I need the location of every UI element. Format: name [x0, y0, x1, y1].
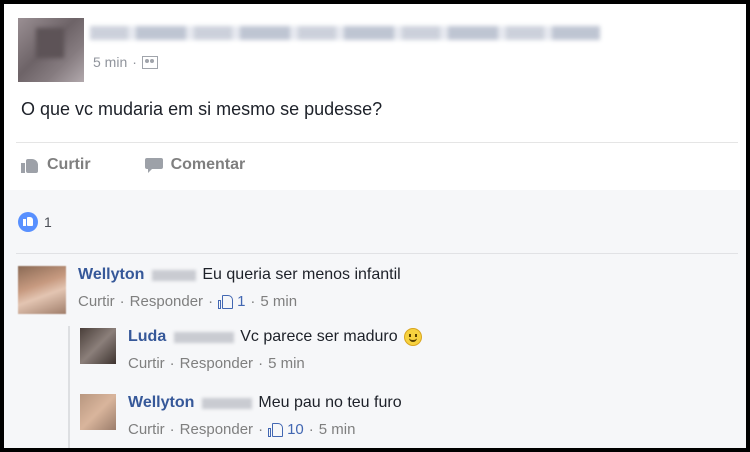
commenter-avatar[interactable] — [80, 394, 116, 430]
surname-redacted — [174, 331, 235, 343]
comment-body: Wellyton Meu pau no teu furo Curtir · Re… — [128, 394, 402, 438]
reaction-count: 1 — [44, 214, 52, 230]
comment-like-count[interactable]: 10 — [287, 421, 304, 438]
comment-actions: Curtir · Responder · 1 · 5 min — [78, 293, 298, 310]
commenter-avatar[interactable] — [18, 266, 66, 314]
thumbs-up-icon[interactable] — [268, 422, 284, 437]
comment-reply-link[interactable]: Responder — [180, 421, 253, 438]
comment-like-link[interactable]: Curtir — [78, 293, 115, 310]
divider — [16, 253, 738, 254]
post-actions: Curtir Comentar — [21, 156, 245, 174]
comment-text: Vc parece ser maduro — [240, 328, 398, 345]
audience-icon[interactable] — [141, 55, 158, 69]
commenter-avatar[interactable] — [80, 328, 116, 364]
post-time[interactable]: 5 min — [93, 54, 127, 70]
comment-line: Wellyton Eu queria ser menos infantil — [78, 266, 401, 284]
comment-actions: Curtir · Responder · 10 · 5 min — [128, 421, 356, 438]
comment-reply: Wellyton Meu pau no teu furo Curtir · Re… — [80, 394, 402, 438]
comment-like-link[interactable]: Curtir — [128, 421, 165, 438]
post-card: 5 min · O que vc mudaria em si mesmo se … — [4, 4, 746, 448]
comment-text: Eu queria ser menos infantil — [202, 266, 401, 283]
thumbs-up-icon[interactable] — [218, 294, 234, 309]
author-name-redacted — [90, 26, 600, 40]
comment-time[interactable]: 5 min — [268, 355, 305, 372]
comment-reply-link[interactable]: Responder — [180, 355, 253, 372]
post-meta: 5 min · — [93, 54, 158, 70]
comment-like-link[interactable]: Curtir — [128, 355, 165, 372]
like-reaction-icon — [18, 212, 38, 232]
comment-reply-link[interactable]: Responder — [130, 293, 203, 310]
speech-bubble-icon — [144, 157, 163, 173]
comment-time[interactable]: 5 min — [260, 293, 297, 310]
comment-line: Luda Vc parece ser maduro — [128, 328, 422, 346]
reaction-summary[interactable]: 1 — [18, 212, 52, 232]
thumbs-up-icon — [21, 157, 39, 173]
post-text: O que vc mudaria em si mesmo se pudesse? — [21, 99, 383, 119]
comment-reply: Luda Vc parece ser maduro Curtir · Respo… — [80, 328, 422, 372]
comment-text: Meu pau no teu furo — [258, 394, 402, 411]
comment-like-count[interactable]: 1 — [237, 293, 245, 310]
author-avatar[interactable] — [18, 18, 84, 82]
divider — [16, 142, 738, 143]
comment: Wellyton Eu queria ser menos infantil Cu… — [18, 266, 401, 314]
like-button[interactable]: Curtir — [21, 156, 91, 174]
meta-separator: · — [132, 54, 137, 70]
comment-body: Luda Vc parece ser maduro Curtir · Respo… — [128, 328, 422, 372]
comment-body: Wellyton Eu queria ser menos infantil Cu… — [78, 266, 401, 314]
commenter-name[interactable]: Luda — [128, 328, 166, 346]
smiley-emoji-icon — [403, 328, 422, 346]
commenter-name[interactable]: Wellyton — [128, 394, 194, 412]
like-button-label: Curtir — [47, 156, 91, 173]
commenter-name[interactable]: Wellyton — [78, 266, 144, 284]
comment-button[interactable]: Comentar — [144, 156, 246, 174]
comment-line: Wellyton Meu pau no teu furo — [128, 394, 402, 412]
reply-thread-line — [68, 326, 70, 448]
surname-redacted — [202, 397, 253, 409]
comment-time[interactable]: 5 min — [319, 421, 356, 438]
comment-actions: Curtir · Responder · 5 min — [128, 355, 305, 372]
comment-button-label: Comentar — [170, 156, 246, 173]
surname-redacted — [152, 269, 197, 281]
